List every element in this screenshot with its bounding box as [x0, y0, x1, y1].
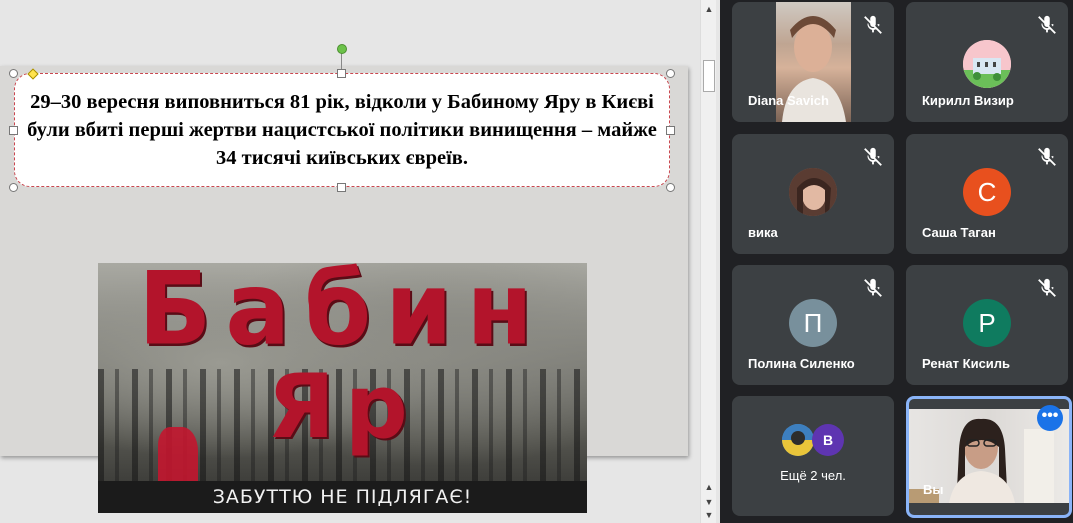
mic-off-icon [1038, 15, 1056, 34]
participant-tile[interactable]: С Саша Таган [906, 134, 1068, 254]
mic-off-icon [864, 278, 882, 297]
mic-off-icon [864, 147, 882, 166]
avatar-initial: Р [978, 307, 996, 338]
participant-name: вика [748, 225, 778, 240]
resize-handle-top[interactable] [337, 69, 346, 78]
slide-text[interactable]: 29–30 вересня виповниться 81 рік, відкол… [27, 88, 657, 172]
participant-tile[interactable]: Р Ренат Кисиль [906, 265, 1068, 385]
slide-editor: Бабин Яр ЗАБУТТЮ НЕ ПІДЛЯГАЄ! 29–30 вере… [0, 0, 720, 523]
participant-avatar: П [789, 299, 837, 347]
poster-title-1: Бабин [138, 263, 547, 368]
poster-title-2: Яр [267, 355, 418, 458]
slide-text-box[interactable]: 29–30 вересня виповниться 81 рік, відкол… [14, 73, 670, 187]
participant-name: Полина Силенко [748, 356, 855, 371]
participant-name: Diana Savich [748, 93, 829, 108]
castle-illustration-icon [963, 40, 1011, 88]
resize-handle-top-right[interactable] [666, 69, 675, 78]
scroll-down-icon[interactable]: ▼ [704, 497, 714, 507]
scroll-down-icon[interactable]: ▲ [704, 482, 714, 492]
participant-avatar [789, 168, 837, 216]
participant-name: Вы [923, 482, 944, 497]
more-participants-label: Ещё 2 чел. [780, 468, 846, 483]
resize-handle-bottom-left[interactable] [9, 183, 18, 192]
participant-name: Саша Таган [922, 225, 996, 240]
participant-tile[interactable]: П Полина Силенко [732, 265, 894, 385]
resize-handle-left[interactable] [9, 126, 18, 135]
mic-off-icon [1038, 278, 1056, 297]
profile-photo-icon [782, 424, 814, 456]
participant-avatar [782, 424, 814, 456]
poster-image[interactable]: Бабин Яр ЗАБУТТЮ НЕ ПІДЛЯГАЄ! [98, 263, 587, 513]
participant-name: Ренат Кисиль [922, 356, 1011, 371]
scroll-down-icon[interactable]: ▼ [704, 510, 714, 520]
avatar-initial: В [822, 432, 834, 448]
poster-banner-text: ЗАБУТТЮ НЕ ПІДЛЯГАЄ! [212, 486, 473, 508]
participant-avatar: С [963, 168, 1011, 216]
avatar-initial: С [977, 176, 997, 207]
resize-handle-bottom[interactable] [337, 183, 346, 192]
rotate-handle[interactable] [337, 44, 347, 54]
resize-handle-top-left[interactable] [9, 69, 18, 78]
more-participants-tile[interactable]: В Ещё 2 чел. [732, 396, 894, 516]
resize-handle-right[interactable] [666, 126, 675, 135]
participant-tile[interactable]: Diana Savich [732, 2, 894, 122]
participant-avatar: В [812, 424, 844, 456]
scroll-thumb[interactable] [703, 60, 715, 92]
participant-tile[interactable]: Кирилл Визир [906, 2, 1068, 122]
participant-avatar: Р [963, 299, 1011, 347]
more-options-icon[interactable]: ••• [1037, 405, 1063, 431]
participant-avatar [963, 40, 1011, 88]
participant-name: Кирилл Визир [922, 93, 1014, 108]
mic-off-icon [1038, 147, 1056, 166]
scroll-up-icon[interactable]: ▲ [704, 4, 714, 14]
self-view-tile[interactable]: ••• Вы [906, 396, 1072, 518]
poster-banner: ЗАБУТТЮ НЕ ПІДЛЯГАЄ! [98, 481, 587, 513]
avatar-initial: П [803, 307, 823, 338]
participant-tile[interactable]: вика [732, 134, 894, 254]
resize-handle-bottom-right[interactable] [666, 183, 675, 192]
participant-grid: Diana Savich Кирилл Визир вика С Саша Та… [722, 0, 1073, 523]
profile-photo-icon [789, 168, 837, 216]
mic-off-icon [864, 15, 882, 34]
vertical-scrollbar[interactable]: ▲ ▲ ▼ ▼ [700, 0, 716, 523]
